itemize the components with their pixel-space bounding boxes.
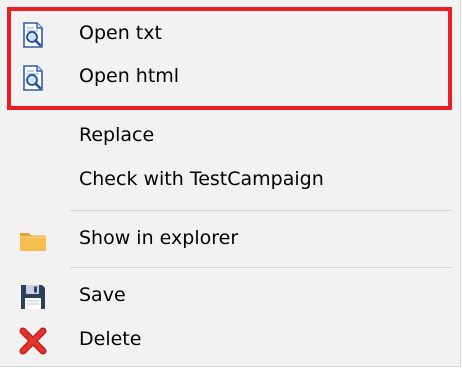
menu-item-label: Check with TestCampaign [79,168,324,190]
search-document-icon [18,63,48,93]
menu-item-replace[interactable]: Replace [0,114,460,158]
menu-item-show-in-explorer[interactable]: Show in explorer [0,217,460,261]
menu-item-label: Delete [79,328,142,350]
menu-separator [70,210,452,211]
menu-item-delete[interactable]: Delete [0,318,460,362]
context-menu: Open txt Open html Replace Check with Te… [0,0,461,367]
menu-item-label: Open html [79,65,180,87]
search-document-icon [18,20,48,50]
menu-item-label: Show in explorer [79,227,239,249]
menu-item-open-txt[interactable]: Open txt [0,12,460,56]
menu-item-save[interactable]: Save [0,274,460,318]
menu-item-label: Replace [79,124,155,146]
menu-separator [70,267,452,268]
menu-separator [70,107,452,108]
red-x-icon [18,326,48,356]
floppy-disk-icon [18,282,48,312]
menu-item-label: Save [79,284,126,306]
folder-icon [18,225,48,255]
menu-item-open-html[interactable]: Open html [0,55,460,99]
menu-item-label: Open txt [79,22,162,44]
menu-item-check-testcampaign[interactable]: Check with TestCampaign [0,158,460,202]
